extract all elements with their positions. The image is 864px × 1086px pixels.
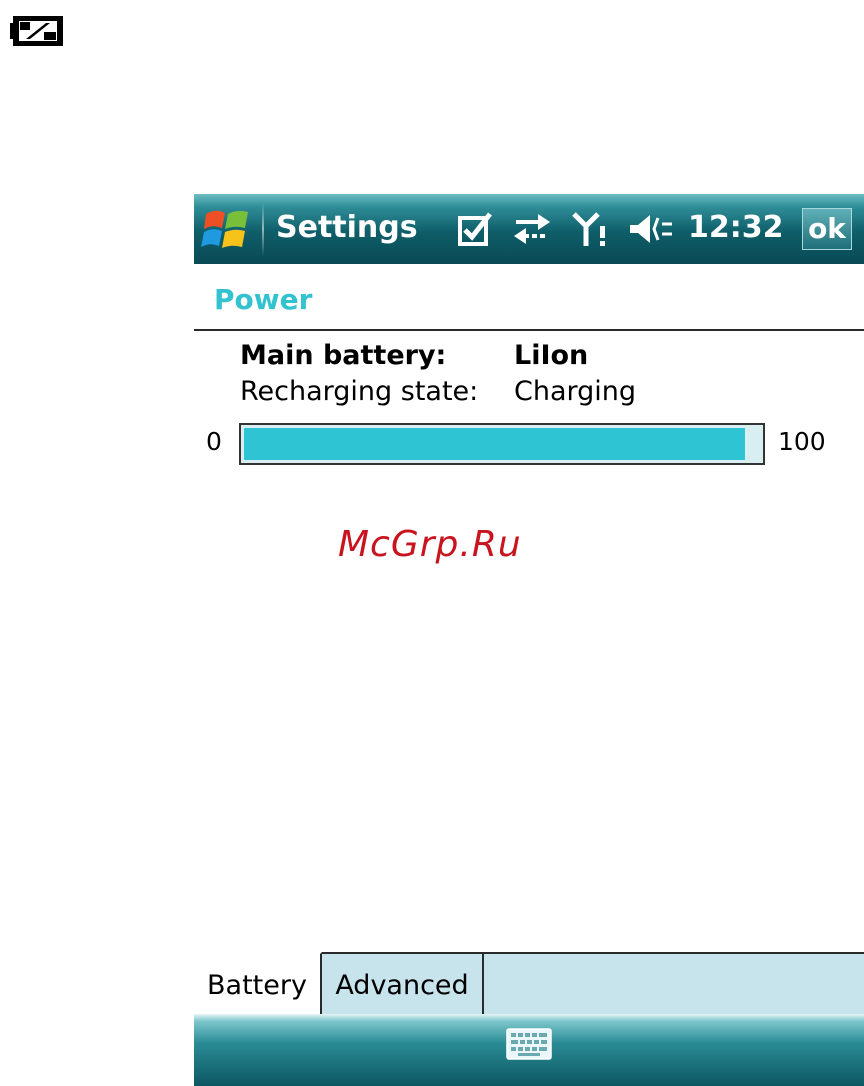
app-title: Settings	[276, 210, 418, 245]
keyboard-icon[interactable]	[506, 1028, 552, 1060]
watermark-text: McGrp.Ru	[338, 524, 522, 565]
connectivity-arrows-icon[interactable]	[512, 210, 552, 248]
tab-advanced[interactable]: Advanced	[322, 952, 484, 1016]
main-battery-value: LiIon	[514, 340, 589, 371]
header-divider	[194, 329, 864, 331]
ok-button[interactable]: ok	[802, 208, 852, 250]
recharging-state-label: Recharging state:	[240, 376, 479, 407]
battery-charging-icon	[10, 16, 63, 46]
recharging-state-value: Charging	[514, 376, 637, 407]
tab-strip: Battery Advanced	[194, 952, 864, 1016]
windows-start-icon[interactable]	[200, 202, 254, 256]
scale-max-label: 100	[778, 427, 826, 456]
menu-bar	[194, 1014, 864, 1086]
section-title: Power	[214, 283, 313, 316]
battery-level-bar	[239, 423, 765, 465]
battery-level-fill	[244, 428, 745, 460]
title-bar: Settings 12:32 ok	[194, 194, 864, 264]
main-battery-label: Main battery:	[240, 340, 447, 371]
device-screen: Settings 12:32 ok Power Main battery: Li…	[194, 194, 864, 1086]
tab-battery[interactable]: Battery	[194, 952, 322, 1016]
speaker-volume-icon[interactable]	[628, 210, 676, 248]
checkbox-icon[interactable]	[456, 210, 494, 248]
title-separator	[262, 202, 264, 256]
clock[interactable]: 12:32	[688, 208, 784, 248]
antenna-no-signal-icon[interactable]	[570, 210, 610, 248]
scale-min-label: 0	[206, 427, 222, 456]
